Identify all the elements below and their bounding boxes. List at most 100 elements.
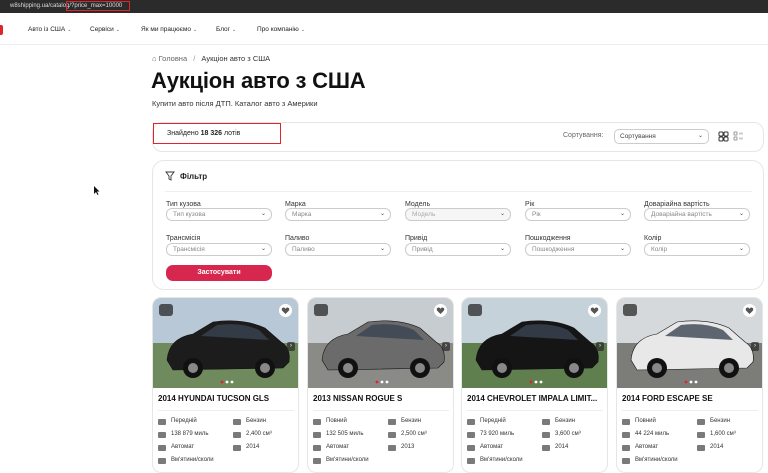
fuel-icon — [388, 419, 396, 425]
filter-label: Колір — [644, 235, 662, 242]
chevron-down-icon: ⌄ — [193, 27, 198, 33]
chevron-down-icon: ⌄ — [379, 246, 385, 252]
list-view-icon[interactable] — [733, 131, 744, 142]
nav-item-0[interactable]: Авто із США ⌄ — [28, 26, 71, 33]
car-spec-transmission: Автомат — [480, 444, 504, 450]
page-subtitle: Купити авто після ДТП. Каталог авто з Ам… — [152, 99, 318, 108]
home-icon[interactable]: ⌂ — [152, 54, 157, 63]
car-spec-engine: 2,500 см³ — [401, 431, 427, 437]
car-title[interactable]: 2014 FORD ESCAPE SE — [622, 394, 713, 403]
filter-select[interactable]: Трансмісія ⌄ — [166, 243, 272, 256]
chevron-down-icon: ⌄ — [619, 246, 625, 252]
filter-select[interactable]: Доваріайна вартість ⌄ — [644, 208, 750, 221]
left-blank-area — [0, 46, 140, 473]
card-divider — [467, 410, 603, 411]
car-spec-drive: Передній — [171, 418, 197, 424]
filter-select-placeholder: Трансмісія — [173, 246, 205, 253]
chevron-down-icon: ⌄ — [738, 211, 744, 217]
filter-label: Пошкодження — [525, 235, 571, 242]
car-card[interactable]: › 2013 NISSAN ROGUE S Повний Бензин 132 505 … — [307, 297, 454, 473]
filter-label: Марка — [285, 201, 306, 208]
chevron-down-icon: ⌄ — [300, 27, 305, 33]
page-title: Аукціон авто з США — [151, 68, 366, 93]
car-spec-year: 2014 — [246, 444, 260, 450]
nav-item-2[interactable]: Як ми працюємо ⌄ — [141, 26, 197, 33]
car-spec-year: 2014 — [555, 444, 569, 450]
breadcrumb-home-link[interactable]: Головна — [159, 54, 188, 63]
car-spec-transmission: Автомат — [326, 444, 350, 450]
car-card[interactable]: › 2014 HYUNDAI TUCSON GLS Передній Бензин 13… — [152, 297, 299, 473]
heart-icon[interactable] — [588, 304, 601, 317]
card-divider — [622, 410, 758, 411]
apply-filter-button[interactable]: Застосувати — [166, 265, 272, 281]
photo-pagination — [529, 380, 543, 384]
results-prefix: Знайдено — [167, 130, 199, 137]
odometer-icon — [622, 432, 630, 438]
photo-pagination — [375, 380, 389, 384]
filter-select[interactable]: Колір ⌄ — [644, 243, 750, 256]
filter-label: Модель — [405, 201, 431, 208]
chevron-right-icon[interactable]: › — [596, 342, 604, 351]
filter-select-placeholder: Доваріайна вартість — [651, 211, 712, 218]
car-spec-fuel: Бензин — [555, 418, 576, 424]
chevron-down-icon: ⌄ — [738, 246, 744, 252]
sort-select[interactable]: Сортування ⌄ — [614, 129, 709, 144]
chevron-down-icon: ⌄ — [260, 211, 266, 217]
grid-view-icon[interactable] — [718, 131, 729, 142]
car-photo[interactable] — [153, 298, 299, 388]
engine-icon — [542, 432, 550, 438]
heart-icon[interactable] — [434, 304, 447, 317]
filter-select-placeholder: Паливо — [292, 246, 315, 253]
car-spec-drive: Повний — [326, 418, 347, 424]
car-title[interactable]: 2014 HYUNDAI TUCSON GLS — [158, 394, 269, 403]
car-card[interactable]: › 2014 CHEVROLET IMPALA LIMIT... Передній Б… — [461, 297, 608, 473]
damage-icon — [158, 458, 166, 464]
card-divider — [313, 410, 449, 411]
chevron-right-icon[interactable]: › — [287, 342, 295, 351]
chevron-right-icon[interactable]: › — [751, 342, 759, 351]
filter-select[interactable]: Рік ⌄ — [525, 208, 631, 221]
drive-icon — [467, 419, 475, 425]
car-spec-drive: Передній — [480, 418, 506, 424]
car-spec-mileage: 44 224 миль — [635, 431, 670, 437]
results-number: 18 326 — [200, 130, 223, 137]
nav-item-label: Про компанію — [257, 26, 299, 33]
filter-select[interactable]: Марка ⌄ — [285, 208, 391, 221]
chevron-down-icon: ⌄ — [499, 246, 505, 252]
nav-item-3[interactable]: Блог ⌄ — [216, 26, 236, 33]
fuel-icon — [697, 419, 705, 425]
filter-select[interactable]: Паливо ⌄ — [285, 243, 391, 256]
fuel-icon — [233, 419, 241, 425]
nav-item-1[interactable]: Сервіси ⌄ — [90, 26, 120, 33]
chevron-right-icon[interactable]: › — [442, 342, 450, 351]
car-title[interactable]: 2014 CHEVROLET IMPALA LIMIT... — [467, 394, 597, 403]
nav-item-label: Авто із США — [28, 26, 66, 33]
chevron-down-icon: ⌄ — [619, 211, 625, 217]
engine-icon — [697, 432, 705, 438]
car-photo[interactable] — [308, 298, 454, 388]
heart-icon[interactable] — [743, 304, 756, 317]
car-photo[interactable] — [617, 298, 763, 388]
car-icon — [314, 304, 328, 316]
car-spec-engine: 3,600 см³ — [555, 431, 581, 437]
browser-address-bar[interactable]: w8shipping.ua/catalog/?price_max=10000 — [0, 0, 768, 13]
car-spec-year: 2013 — [401, 444, 415, 450]
chevron-down-icon: ⌄ — [260, 246, 266, 252]
odometer-icon — [313, 432, 321, 438]
heart-icon[interactable] — [279, 304, 292, 317]
car-spec-damage: Вм'ятини/сколи — [635, 457, 678, 463]
car-title[interactable]: 2013 NISSAN ROGUE S — [313, 394, 402, 403]
car-photo[interactable] — [462, 298, 608, 388]
nav-item-4[interactable]: Про компанію ⌄ — [257, 26, 305, 33]
filter-icon — [165, 171, 175, 181]
car-card[interactable]: › 2014 FORD ESCAPE SE Повний Бензин 44 224 м… — [616, 297, 763, 473]
car-spec-transmission: Автомат — [171, 444, 195, 450]
breadcrumb: ⌂ Головна / Аукціон авто з США — [152, 54, 270, 63]
car-icon — [468, 304, 482, 316]
damage-icon — [313, 458, 321, 464]
odometer-icon — [467, 432, 475, 438]
filter-select[interactable]: Тип кузова ⌄ — [166, 208, 272, 221]
calendar-icon — [542, 445, 550, 451]
filter-select[interactable]: Привід ⌄ — [405, 243, 511, 256]
filter-select[interactable]: Пошкодження ⌄ — [525, 243, 631, 256]
